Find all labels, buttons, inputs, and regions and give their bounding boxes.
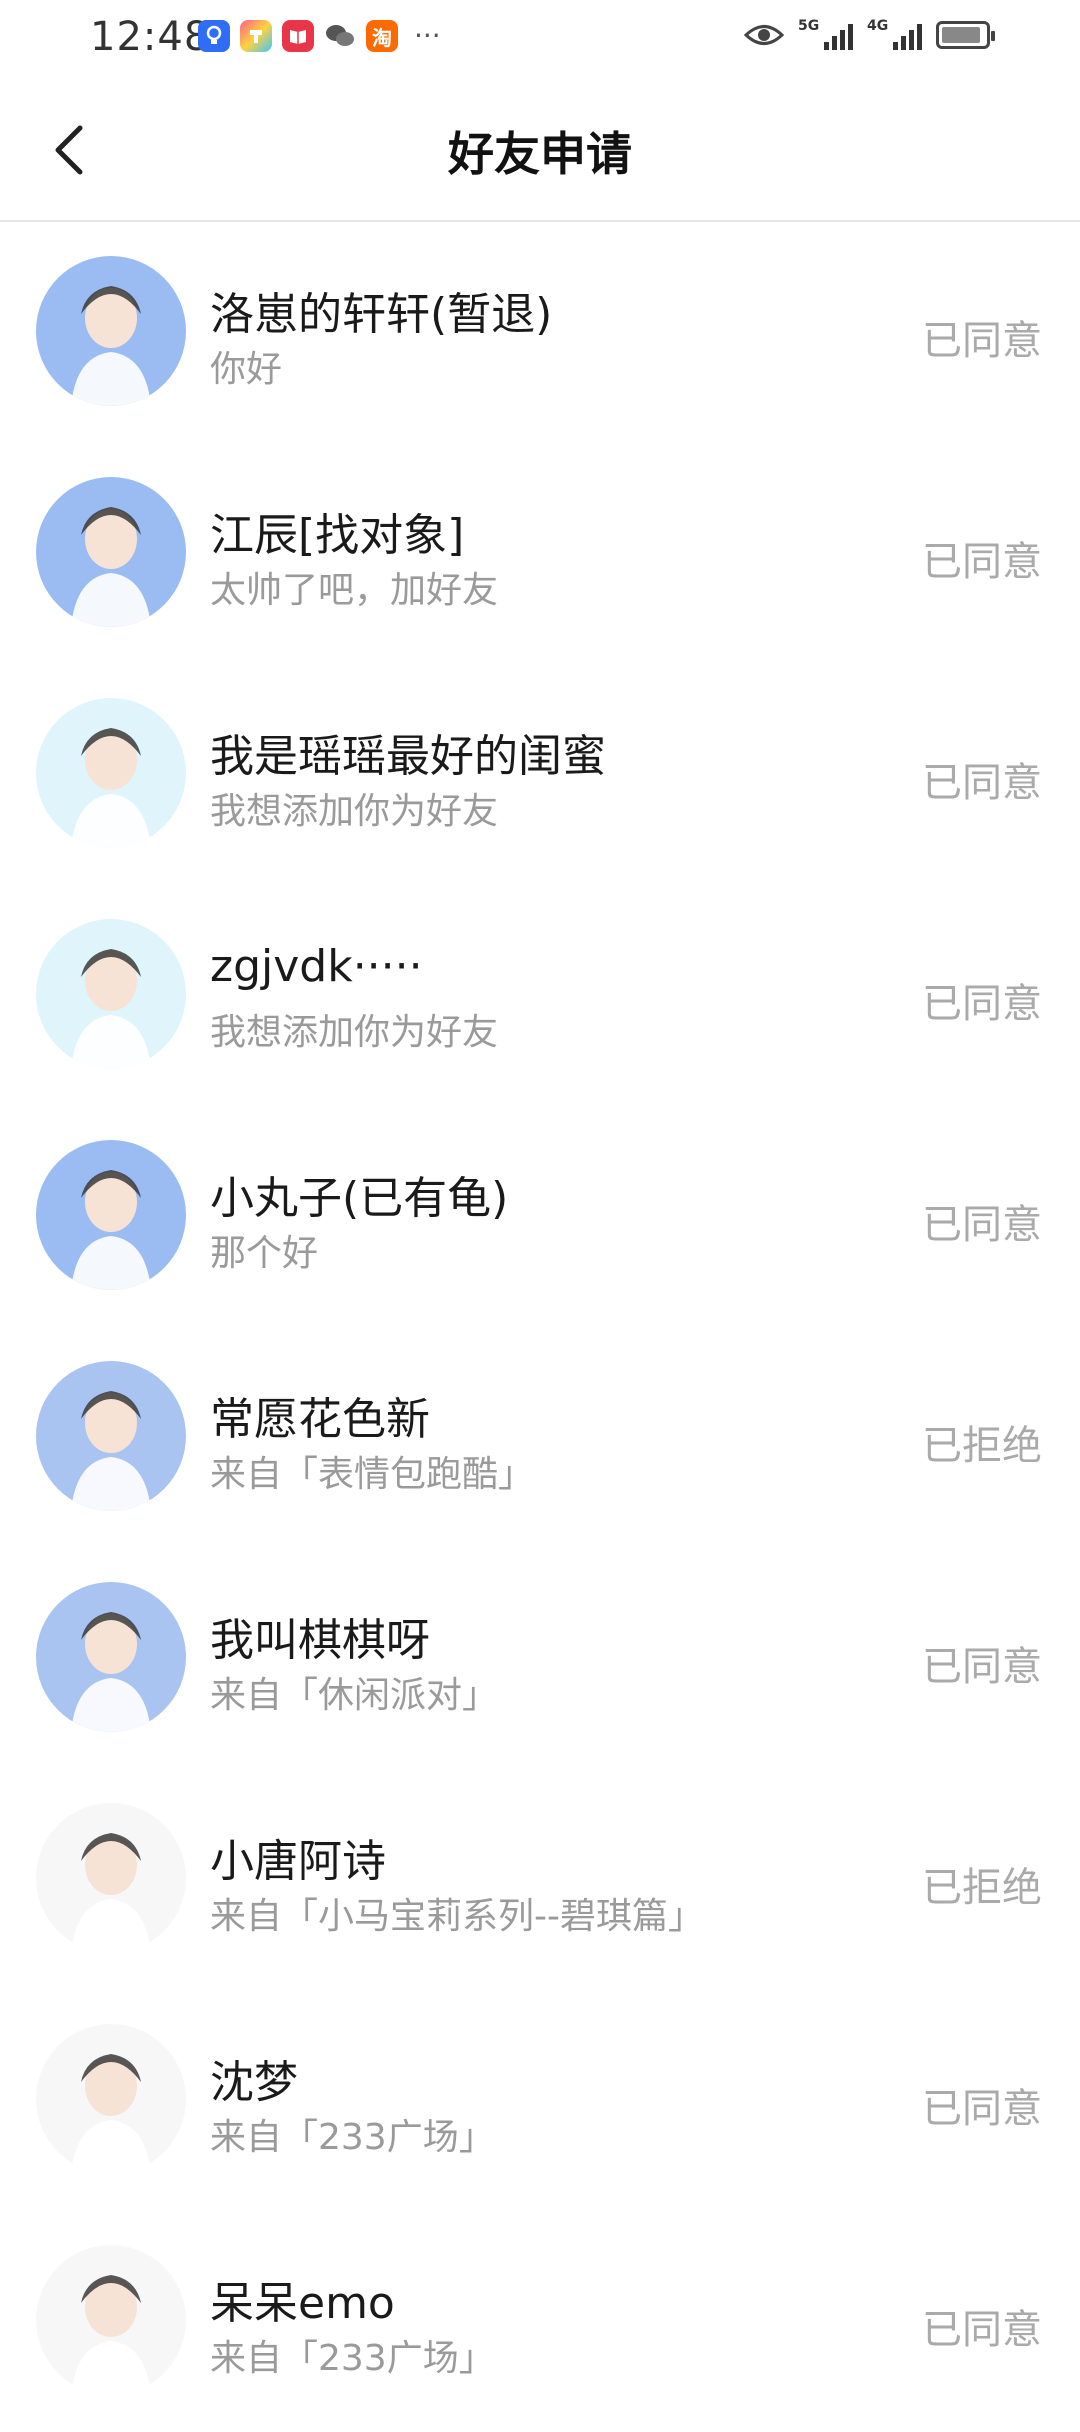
request-message: 太帅了吧，加好友 [210,570,499,611]
bulb-app-icon [198,20,230,52]
avatar[interactable] [36,2024,186,2174]
requester-name: 常愿花色新 [210,1394,430,1445]
avatar[interactable] [36,1582,186,1732]
friend-request-item[interactable]: 洛崽的轩轩(暂退) 你好 已同意 [0,222,1080,443]
request-status: 已同意 [922,2307,1042,2353]
request-message: 我想添加你为好友 [210,1012,499,1053]
book-app-icon [282,20,314,52]
eye-icon [744,25,784,45]
request-status: 已同意 [922,981,1042,1027]
requester-name: 呆呆emo [210,2278,395,2329]
friend-request-item[interactable]: zgjvdk····· 我想添加你为好友 已同意 [0,885,1080,1106]
avatar[interactable] [36,1140,186,1290]
friend-request-item[interactable]: 我叫棋棋呀来自「休闲派对」 已同意 [0,1548,1080,1769]
avatar[interactable] [36,477,186,627]
requester-name: 我叫棋棋呀 [210,1615,430,1666]
request-status: 已同意 [922,1202,1042,1248]
request-message: 来自「表情包跑酷」 [210,1454,535,1495]
requester-name: 我是瑶瑶最好的闺蜜 [210,731,606,782]
avatar[interactable] [36,1361,186,1511]
request-status: 已同意 [922,760,1042,806]
status-bar: 12:48 淘 ··· 5G 4G [0,0,1080,80]
4g-signal-icon: 4G [867,18,922,50]
battery-icon [936,21,995,49]
request-status: 已拒绝 [922,1423,1042,1469]
request-message: 我想添加你为好友 [210,791,499,832]
avatar[interactable] [36,1803,186,1953]
notification-icons: 淘 ··· [198,20,441,52]
taobao-icon: 淘 [366,20,398,52]
requester-name: 小唐阿诗 [210,1836,386,1887]
requester-name: zgjvdk····· [210,941,423,992]
friend-request-item[interactable]: 小丸子(已有龟) 那个好 已同意 [0,1106,1080,1327]
avatar[interactable] [36,698,186,848]
wechat-icon [324,20,356,52]
status-time: 12:48 [90,14,211,60]
request-message: 那个好 [210,1233,319,1274]
requester-name: 洛崽的轩轩(暂退) [210,289,553,340]
friend-request-item[interactable]: 沈梦来自「233广场」 已同意 [0,1990,1080,2211]
more-notifications-icon: ··· [414,19,441,52]
friend-request-item[interactable]: 小唐阿诗来自「小马宝莉系列--碧琪篇」 已拒绝 [0,1769,1080,1990]
avatar[interactable] [36,919,186,1069]
request-status: 已同意 [922,2086,1042,2132]
nav-header: 好友申请 [0,80,1080,222]
requester-name: 江辰[找对象] [210,510,465,561]
request-message: 来自「233广场」 [210,2338,495,2379]
5g-signal-icon: 5G [798,18,853,50]
friend-request-item[interactable]: 呆呆emo 来自「233广场」 已同意 [0,2211,1080,2432]
request-message: 你好 [210,349,283,390]
system-icons: 5G 4G [744,18,995,50]
friend-request-item[interactable]: 江辰[找对象] 太帅了吧，加好友 已同意 [0,443,1080,664]
request-message: 来自「休闲派对」 [210,1675,499,1716]
request-status: 已拒绝 [922,1865,1042,1911]
colorful-app-icon [240,20,272,52]
request-status: 已同意 [922,539,1042,585]
avatar[interactable] [36,256,186,406]
friend-request-item[interactable]: 常愿花色新来自「表情包跑酷」 已拒绝 [0,1327,1080,1548]
request-message: 来自「小马宝莉系列--碧琪篇」 [210,1896,704,1937]
request-status: 已同意 [922,318,1042,364]
friend-request-list: 洛崽的轩轩(暂退) 你好 已同意 江辰[找对象] 太帅了吧，加好友 已同意 我是瑶瑶最好的闺… [0,222,1080,2432]
avatar[interactable] [36,2245,186,2395]
friend-request-item[interactable]: 我是瑶瑶最好的闺蜜我想添加你为好友 已同意 [0,664,1080,885]
requester-name: 小丸子(已有龟) [210,1173,509,1224]
page-title: 好友申请 [448,127,632,181]
request-message: 来自「233广场」 [210,2117,495,2158]
request-status: 已同意 [922,1644,1042,1690]
requester-name: 沈梦 [210,2057,298,2108]
